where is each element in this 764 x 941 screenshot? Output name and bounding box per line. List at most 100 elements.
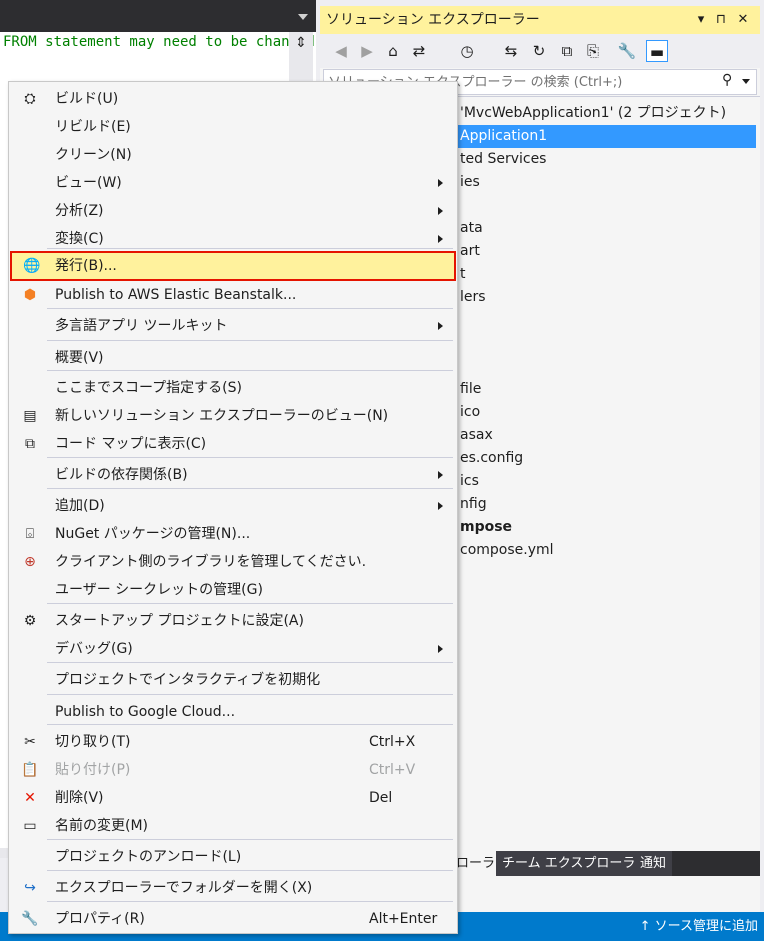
menu-item-publish[interactable]: 🌐 発行(B)... (10, 251, 456, 281)
menu-item-label: 概要(V) (55, 350, 104, 366)
menu-item-manage-nuget[interactable]: ⌺ NuGet パッケージの管理(N)... (10, 520, 456, 548)
properties-wrench-icon[interactable]: 🔧 (616, 40, 638, 62)
menu-item-label: 名前の変更(M) (55, 818, 149, 834)
tree-item[interactable]: ies (460, 171, 480, 194)
menu-item-view[interactable]: ビュー(W) (10, 169, 456, 197)
menu-item-publish-aws[interactable]: ⬢ Publish to AWS Elastic Beanstalk... (10, 281, 456, 309)
switch-views-icon[interactable]: ⇄ (408, 40, 430, 62)
solution-explorer-title-bar: ソリューション エクスプローラー ▾ ⊓ ✕ (320, 6, 760, 34)
menu-item-show-on-code-map[interactable]: ⧉ コード マップに表示(C) (10, 430, 456, 458)
menu-item-rename[interactable]: ▭ 名前の変更(M) (10, 812, 456, 840)
menu-item-label: 分析(Z) (55, 203, 104, 219)
arrow-up-icon: ↑ (639, 919, 651, 934)
window-dropdown-icon[interactable]: ▾ (692, 10, 710, 30)
menu-item-analyze[interactable]: 分析(Z) (10, 197, 456, 225)
library-icon: ⊕ (24, 554, 36, 570)
menu-item-manage-client-libraries[interactable]: ⊕ クライアント側のライブラリを管理してください. (10, 548, 456, 576)
menu-item-convert[interactable]: 変換(C) (10, 225, 456, 253)
collapse-all-icon[interactable]: ⧉ (556, 40, 578, 62)
menu-item-label: 削除(V) (55, 790, 104, 806)
menu-item-label: ビルドの依存関係(B) (55, 467, 188, 483)
tree-item[interactable]: ata (460, 217, 483, 240)
refresh-icon[interactable]: ↻ (528, 40, 550, 62)
code-map-icon: ⧉ (25, 436, 35, 452)
menu-item-shortcut: Alt+Enter (369, 911, 438, 927)
pin-icon[interactable]: ⊓ (712, 10, 730, 30)
menu-item-label: ビュー(W) (55, 175, 122, 191)
tree-item[interactable]: ics (460, 470, 479, 493)
menu-item-open-folder-in-explorer[interactable]: ↪ エクスプローラーでフォルダーを開く(X) (10, 874, 456, 902)
menu-item-label: プロパティ(R) (55, 911, 145, 927)
menu-item-cut[interactable]: ✂ 切り取り(T) Ctrl+X (10, 728, 456, 756)
submenu-arrow-icon (438, 645, 443, 653)
menu-item-build-dependencies[interactable]: ビルドの依存関係(B) (10, 461, 456, 489)
tree-item[interactable]: ted Services (460, 148, 546, 171)
menu-item-label: 切り取り(T) (55, 734, 131, 750)
tree-item[interactable]: art (460, 240, 480, 263)
build-icon: ⛭ (24, 91, 36, 107)
tree-item[interactable]: asax (460, 424, 493, 447)
back-icon[interactable]: ◀ (330, 40, 352, 62)
tab-notifications[interactable]: 通知 (634, 851, 673, 876)
menu-item-rebuild[interactable]: リビルド(E) (10, 113, 456, 141)
menu-item-delete[interactable]: ✕ 削除(V) Del (10, 784, 456, 812)
paste-icon: 📋 (21, 762, 39, 778)
menu-item-publish-google-cloud[interactable]: Publish to Google Cloud... (10, 698, 456, 726)
pending-changes-filter-icon[interactable]: ◷ (456, 40, 478, 62)
tree-item[interactable]: compose.yml (460, 539, 554, 562)
menu-item-new-solution-explorer-view[interactable]: ▤ 新しいソリューション エクスプローラーのビュー(N) (10, 402, 456, 430)
show-all-files-icon[interactable]: ⎘ (582, 40, 604, 62)
tab-team-explorer[interactable]: チーム エクスプローラー (496, 851, 655, 876)
tree-item[interactable]: es.config (460, 447, 523, 470)
menu-item-set-as-startup[interactable]: ⚙ スタートアップ プロジェクトに設定(A) (10, 607, 456, 635)
add-to-source-control-button[interactable]: ↑ ソース管理に追加 (640, 912, 758, 941)
menu-item-scope-to-this[interactable]: ここまでスコープ指定する(S) (10, 374, 456, 402)
home-icon[interactable]: ⌂ (382, 40, 404, 62)
menu-item-debug[interactable]: デバッグ(G) (10, 635, 456, 663)
editor-code-line[interactable]: FROM statement may need to be changed (3, 32, 315, 52)
preview-selected-items-icon[interactable]: ▬ (646, 40, 668, 62)
gear-icon: ⚙ (23, 613, 37, 629)
tab-dropdown-icon[interactable] (298, 14, 308, 20)
tree-item[interactable]: lers (460, 286, 486, 309)
menu-item-label: 発行(B)... (55, 258, 117, 274)
menu-item-label: クライアント側のライブラリを管理してください. (55, 554, 367, 570)
menu-item-paste[interactable]: 📋 貼り付け(P) Ctrl+V (10, 756, 456, 784)
submenu-arrow-icon (438, 179, 443, 187)
menu-item-manage-user-secrets[interactable]: ユーザー シークレットの管理(G) (10, 576, 456, 604)
split-editor-icon[interactable]: ⇕ (289, 32, 313, 54)
forward-icon[interactable]: ▶ (356, 40, 378, 62)
menu-item-add[interactable]: 追加(D) (10, 492, 456, 520)
menu-item-label: 貼り付け(P) (55, 762, 131, 778)
menu-item-overview[interactable]: 概要(V) (10, 344, 456, 372)
menu-item-initialize-interactive[interactable]: プロジェクトでインタラクティブを初期化 (10, 666, 456, 694)
tree-item[interactable]: t (460, 263, 466, 286)
menu-item-label: Publish to AWS Elastic Beanstalk... (55, 287, 297, 303)
submenu-arrow-icon (438, 207, 443, 215)
search-options-chevron-icon[interactable] (742, 79, 750, 84)
search-icon[interactable]: ⚲ (722, 72, 732, 88)
menu-item-label: コード マップに表示(C) (55, 436, 207, 452)
tree-item-solution[interactable]: 'MvcWebApplication1' (2 プロジェクト) (460, 102, 726, 125)
menu-item-unload-project[interactable]: プロジェクトのアンロード(L) (10, 843, 456, 871)
aws-icon: ⬢ (23, 287, 37, 303)
menu-item-clean[interactable]: クリーン(N) (10, 141, 456, 169)
rename-icon: ▭ (23, 818, 37, 834)
sync-active-document-icon[interactable]: ⇆ (500, 40, 522, 62)
menu-item-label: デバッグ(G) (55, 641, 133, 657)
editor-tab-bar (0, 0, 316, 32)
tree-item[interactable]: nfig (460, 493, 487, 516)
menu-item-label: ビルド(U) (55, 91, 119, 107)
menu-item-build[interactable]: ⛭ ビルド(U) (10, 85, 456, 113)
tree-item[interactable]: file (460, 378, 481, 401)
tree-item-docker-compose[interactable]: mpose (460, 516, 512, 539)
menu-item-label: 変換(C) (55, 231, 104, 247)
tree-item[interactable]: ico (460, 401, 480, 424)
close-icon[interactable]: ✕ (734, 10, 752, 30)
menu-item-label: ここまでスコープ指定する(S) (55, 380, 242, 396)
submenu-arrow-icon (438, 471, 443, 479)
menu-separator (47, 340, 453, 341)
menu-item-multilingual-toolkit[interactable]: 多言語アプリ ツールキット (10, 312, 456, 340)
project-context-menu: ⛭ ビルド(U) リビルド(E) クリーン(N) ビュー(W) 分析(Z) 変換(C) 🌐 発行… (8, 81, 458, 934)
menu-item-properties[interactable]: 🔧 プロパティ(R) Alt+Enter (10, 905, 456, 933)
